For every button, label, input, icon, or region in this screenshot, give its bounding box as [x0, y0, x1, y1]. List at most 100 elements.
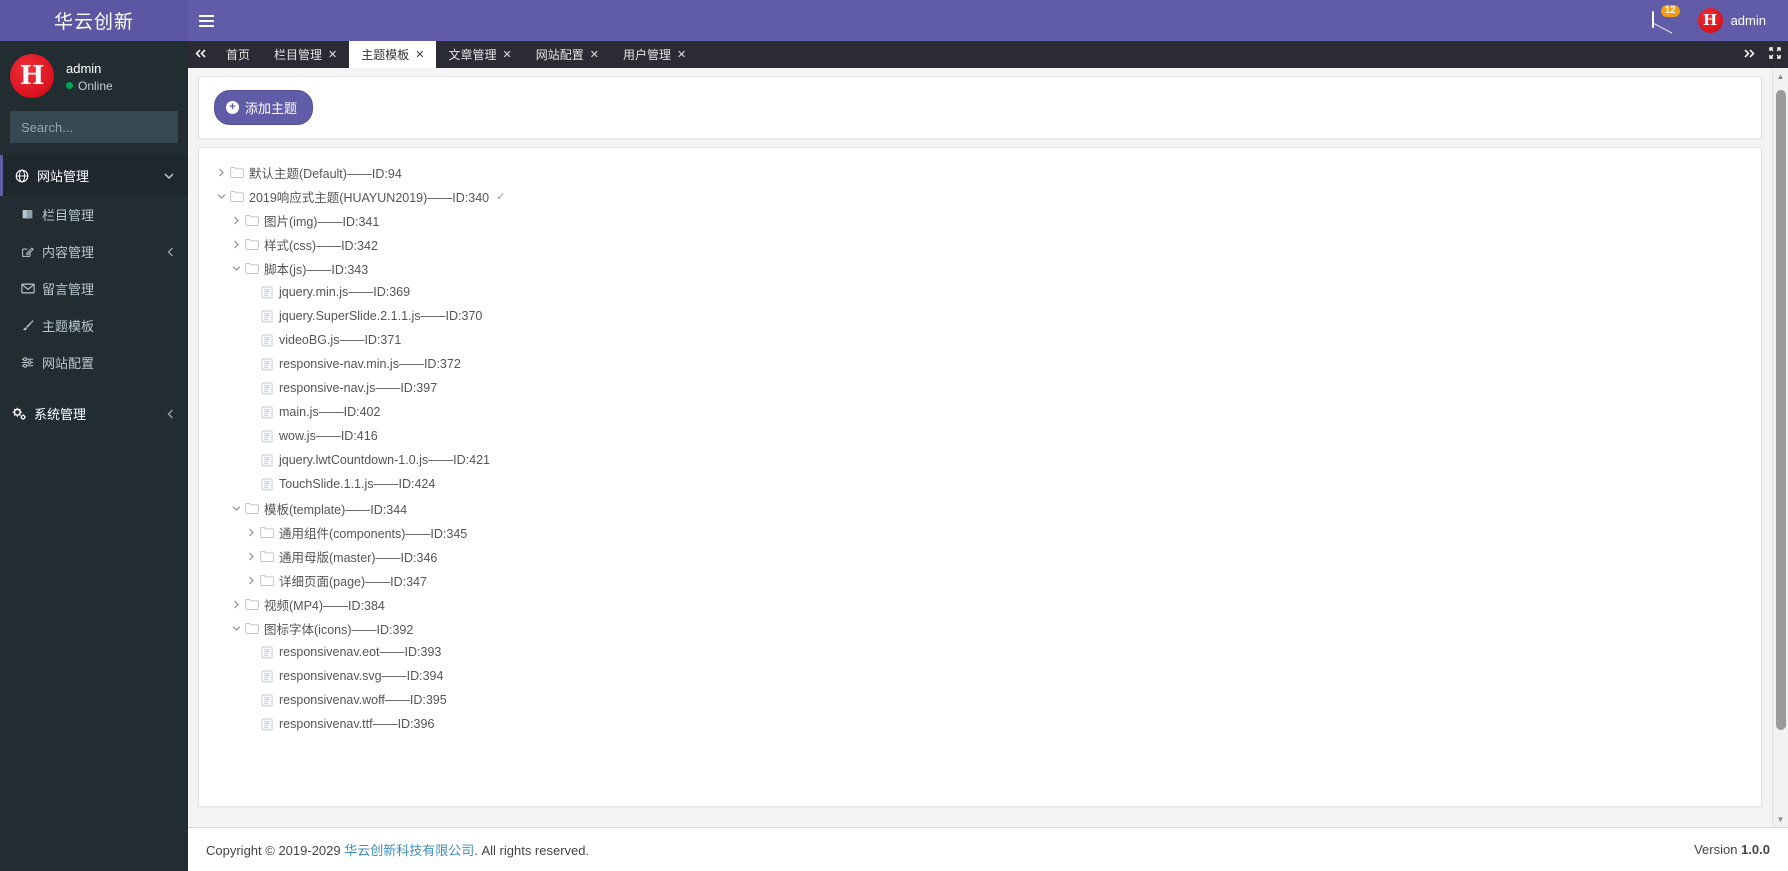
sidebar-section-website[interactable]: 网站管理 [0, 155, 188, 196]
tree-node-label: 详细页面(page)——ID:347 [279, 574, 427, 589]
tab-0[interactable]: 首页 [214, 41, 262, 68]
tabs-scroll-left-button[interactable] [188, 41, 214, 68]
company-link[interactable]: 华云创新科技有限公司 [344, 843, 474, 858]
tree-node-label: responsivenav.woff——ID:395 [279, 693, 447, 707]
tree-node-label: responsivenav.svg——ID:394 [279, 669, 444, 683]
folder-icon [243, 214, 261, 226]
page-scrollbar[interactable]: ▲ ▼ [1772, 68, 1788, 827]
chevron-right-icon[interactable] [244, 528, 258, 537]
scrollbar-down-arrow-icon[interactable]: ▼ [1777, 811, 1785, 827]
tree-node[interactable]: 图片(img)——ID:341 [214, 208, 1746, 232]
tab-4[interactable]: 网站配置 ✕ [524, 41, 611, 68]
tree-node-label: wow.js——ID:416 [279, 429, 378, 443]
sidebar-section-website-label: 网站管理 [37, 169, 90, 184]
sidebar-search-row [0, 111, 188, 155]
chevron-right-icon[interactable] [244, 552, 258, 561]
tree-node[interactable]: 通用母版(master)——ID:346 [214, 544, 1746, 568]
tree-node[interactable]: jquery.min.js——ID:369 [214, 280, 1746, 304]
tree-node-label: TouchSlide.1.1.js——ID:424 [279, 477, 436, 491]
fullscreen-button[interactable] [1762, 41, 1788, 68]
tree-node[interactable]: responsivenav.ttf——ID:396 [214, 712, 1746, 736]
version-info: Version 1.0.0 [1694, 842, 1770, 857]
sidebar-user-status-label: Online [78, 78, 113, 93]
tree-node-label: jquery.SuperSlide.2.1.1.js——ID:370 [279, 309, 483, 323]
chevron-right-icon[interactable] [229, 216, 243, 225]
tab-close-icon[interactable]: ✕ [677, 48, 686, 61]
footer: Copyright © 2019-2029 华云创新科技有限公司. All ri… [188, 827, 1788, 871]
sidebar-toggle-button[interactable] [188, 0, 224, 41]
chevron-right-icon[interactable] [229, 600, 243, 609]
tree-node[interactable]: responsivenav.eot——ID:393 [214, 640, 1746, 664]
tab-1[interactable]: 栏目管理 ✕ [262, 41, 349, 68]
scrollbar-thumb[interactable] [1775, 90, 1786, 730]
sidebar-item-messages[interactable]: 留言管理 [0, 270, 188, 307]
tree-node-label: 图标字体(icons)——ID:392 [264, 622, 414, 637]
tree-node[interactable]: 脚本(js)——ID:343 [214, 256, 1746, 280]
globe-icon [15, 169, 37, 183]
tree-node[interactable]: responsivenav.woff——ID:395 [214, 688, 1746, 712]
add-theme-button[interactable]: + 添加主题 [214, 90, 314, 125]
tree-node[interactable]: jquery.SuperSlide.2.1.1.js——ID:370 [214, 304, 1746, 328]
tree-node[interactable]: responsivenav.svg——ID:394 [214, 664, 1746, 688]
sidebar-item-siteconfig[interactable]: 网站配置 [0, 344, 188, 381]
tree-node[interactable]: wow.js——ID:416 [214, 424, 1746, 448]
tree-node[interactable]: videoBG.js——ID:371 [214, 328, 1746, 352]
chevron-down-icon[interactable] [214, 193, 228, 200]
chevron-right-icon[interactable] [229, 240, 243, 249]
tree-node[interactable]: TouchSlide.1.1.js——ID:424 [214, 472, 1746, 496]
brush-icon [21, 319, 42, 332]
chevron-right-icon[interactable] [244, 576, 258, 585]
tree-node[interactable]: 2019响应式主题(HUAYUN2019)——ID:340 ✓ [214, 184, 1746, 208]
brand-logo[interactable]: 华云创新 [0, 0, 188, 41]
tab-close-icon[interactable]: ✕ [328, 48, 337, 61]
avatar: H [1697, 8, 1723, 33]
sidebar-item-columns[interactable]: 栏目管理 [0, 196, 188, 233]
sidebar-user-panel[interactable]: H admin Online [0, 41, 188, 111]
tree-node-label: 样式(css)——ID:342 [264, 238, 378, 253]
sidebar: H admin Online Search... 网站管理 栏目管理 内容管理 … [0, 41, 188, 871]
sidebar-item-theme[interactable]: 主题模板 [0, 307, 188, 344]
folder-icon [258, 550, 276, 562]
messages-button[interactable]: 12 [1640, 0, 1686, 41]
tab-3[interactable]: 文章管理 ✕ [436, 41, 523, 68]
chevron-right-icon[interactable] [214, 168, 228, 177]
tree-node[interactable]: 视频(MP4)——ID:384 [214, 592, 1746, 616]
tree-node[interactable]: 样式(css)——ID:342 [214, 232, 1746, 256]
file-icon [258, 454, 276, 467]
messages-badge: 12 [1660, 4, 1680, 17]
tree-node[interactable]: jquery.lwtCountdown-1.0.js——ID:421 [214, 448, 1746, 472]
tab-close-icon[interactable]: ✕ [415, 48, 424, 61]
brand-title: 华云创新 [53, 12, 134, 33]
tree-node[interactable]: responsive-nav.min.js——ID:372 [214, 352, 1746, 376]
tree-node[interactable]: 详细页面(page)——ID:347 [214, 568, 1746, 592]
chevron-down-icon[interactable] [229, 505, 243, 512]
tab-2[interactable]: 主题模板 ✕ [349, 41, 437, 68]
file-icon [258, 406, 276, 419]
tree-node[interactable]: 通用组件(components)——ID:345 [214, 520, 1746, 544]
tree-node[interactable]: main.js——ID:402 [214, 400, 1746, 424]
scrollbar-up-arrow-icon[interactable]: ▲ [1777, 68, 1785, 84]
sliders-icon [21, 356, 42, 369]
search-input[interactable] [10, 111, 178, 143]
sidebar-section-system[interactable]: 系统管理 [0, 395, 188, 432]
scrollbar-track[interactable] [1773, 84, 1788, 811]
tabs-scroll-right-button[interactable] [1736, 41, 1762, 68]
tree-node[interactable]: 模板(template)——ID:344 [214, 496, 1746, 520]
tab-close-icon[interactable]: ✕ [503, 48, 512, 61]
tree-node[interactable]: 默认主题(Default)——ID:94 [214, 160, 1746, 184]
tab-5[interactable]: 用户管理 ✕ [611, 41, 698, 68]
chevron-down-icon[interactable] [229, 625, 243, 632]
tab-close-icon[interactable]: ✕ [590, 48, 599, 61]
chevron-left-icon [167, 247, 174, 257]
sidebar-item-columns-label: 栏目管理 [42, 208, 95, 223]
plus-circle-icon: + [226, 101, 239, 114]
user-menu-button[interactable]: H admin [1686, 0, 1778, 41]
folder-icon [228, 166, 246, 178]
chevron-down-icon[interactable] [229, 265, 243, 272]
sidebar-item-content[interactable]: 内容管理 [0, 233, 188, 270]
top-navbar: 12 H admin [188, 0, 1788, 41]
tree-node[interactable]: 图标字体(icons)——ID:392 [214, 616, 1746, 640]
tree-node-label: main.js——ID:402 [279, 405, 381, 419]
tree-node[interactable]: responsive-nav.js——ID:397 [214, 376, 1746, 400]
tab-label: 文章管理 [448, 48, 497, 62]
